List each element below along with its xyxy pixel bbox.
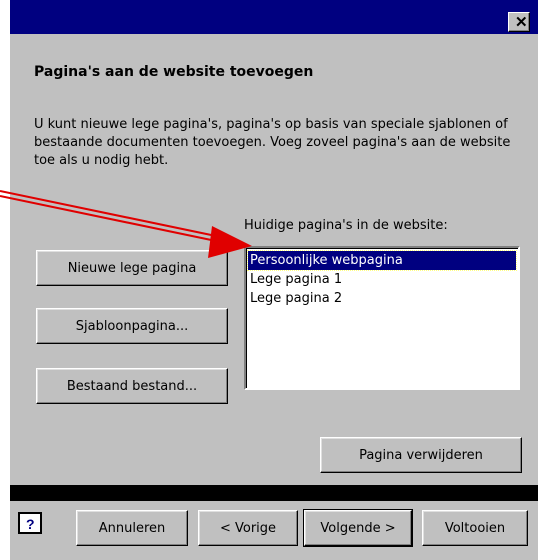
back-button[interactable]: < Vorige [198,510,298,546]
pages-list-label: Huidige pagina's in de website: [244,218,448,233]
pages-listbox[interactable]: Persoonlijke webpagina Lege pagina 1 Leg… [244,246,520,390]
next-button[interactable]: Volgende > [303,509,413,547]
existing-file-button[interactable]: Bestaand bestand... [36,368,228,404]
list-item[interactable]: Lege pagina 1 [248,270,516,289]
close-button[interactable]: ✕ [508,12,530,32]
template-page-button[interactable]: Sjabloonpagina... [36,308,228,344]
page-heading: Pagina's aan de website toevoegen [34,64,314,80]
new-blank-page-button[interactable]: Nieuwe lege pagina [36,250,228,286]
footer-separator [10,485,538,501]
list-item[interactable]: Persoonlijke webpagina [247,250,517,271]
list-item[interactable]: Lege pagina 2 [248,289,516,308]
remove-page-button[interactable]: Pagina verwijderen [320,437,522,473]
close-icon: ✕ [515,14,528,31]
title-bar [10,0,538,34]
finish-button[interactable]: Voltooien [422,510,528,546]
cancel-button[interactable]: Annuleren [76,510,188,546]
page-description: U kunt nieuwe lege pagina's, pagina's op… [34,117,511,168]
help-icon[interactable]: ? [18,512,42,534]
